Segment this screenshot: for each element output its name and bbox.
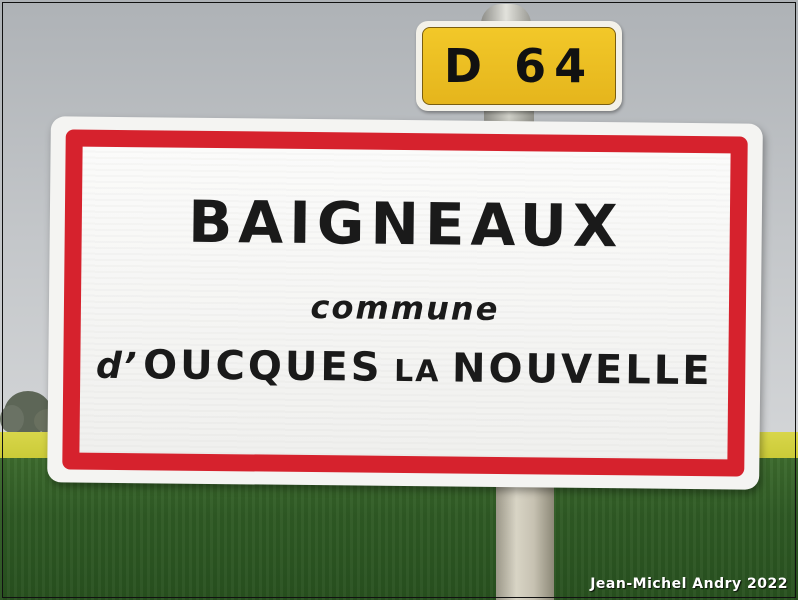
photo-credit: Jean-Michel Andry 2022 — [590, 576, 788, 592]
town-name: BAIGNEAUX — [187, 187, 624, 261]
parent-commune: d’ OUCQUES LA NOUVELLE — [80, 342, 728, 395]
town-subtitle: commune — [310, 288, 500, 328]
parent-commune-word1: OUCQUES — [142, 342, 383, 391]
parent-commune-word2: NOUVELLE — [451, 345, 713, 395]
road-number: D 64 — [443, 39, 595, 93]
town-sign-red-border: BAIGNEAUX commune d’ OUCQUES LA NOUVELLE — [62, 129, 748, 477]
town-entry-sign: BAIGNEAUX commune d’ OUCQUES LA NOUVELLE — [47, 116, 763, 490]
photo: D 64 BAIGNEAUX commune d’ OUCQUES LA NOU… — [0, 0, 798, 600]
road-number-plate-face: D 64 — [422, 27, 616, 105]
parent-commune-prefix: d’ — [95, 345, 138, 388]
road-number-plate: D 64 — [416, 21, 622, 111]
parent-commune-article: LA — [393, 353, 441, 390]
